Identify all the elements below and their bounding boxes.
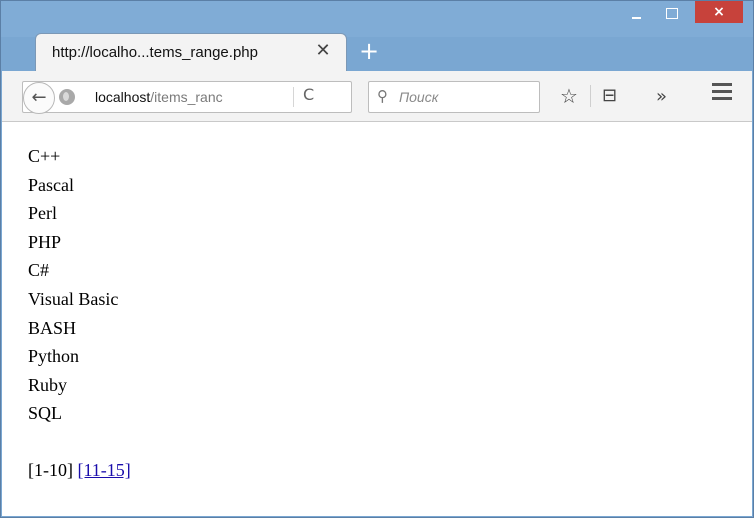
tab-title: http://localho...tems_range.php [52, 44, 258, 61]
url-separator [293, 87, 294, 107]
browser-window: × http://localho...tems_range.php ✕ + ← … [0, 0, 754, 518]
url-text[interactable]: localhost/items_ranc [95, 89, 255, 105]
list-item: Python [28, 346, 80, 367]
new-tab-button[interactable]: + [357, 39, 381, 63]
maximize-icon [666, 8, 678, 19]
pager-current: [1-10] [28, 460, 73, 480]
overflow-icon[interactable]: » [656, 86, 667, 108]
list-item: Perl [28, 203, 57, 224]
minimize-button[interactable] [621, 3, 651, 25]
list-item: C++ [28, 146, 61, 166]
navigation-toolbar: ← localhost/items_ranc C ⚲ Поиск ☆ ⊟ » [2, 71, 752, 122]
page-content: C++ Pascal Perl PHP C# Visual Basic BASH… [2, 122, 752, 516]
maximize-button[interactable] [657, 3, 687, 25]
pager-next-link[interactable]: [11-15] [77, 460, 130, 480]
list-item: SQL [28, 403, 63, 424]
close-window-button[interactable]: × [695, 1, 743, 23]
menu-icon[interactable] [712, 83, 732, 101]
url-host: localhost [95, 89, 151, 105]
globe-icon [59, 89, 75, 105]
title-bar: × [1, 1, 753, 37]
toolbar-divider [590, 85, 591, 107]
list-item: C# [28, 260, 50, 281]
list-item: Visual Basic [28, 288, 119, 309]
address-bar[interactable]: ← localhost/items_ranc C [22, 81, 352, 114]
search-input[interactable]: ⚲ Поиск [368, 81, 540, 113]
reader-icon[interactable]: ⊟ [602, 85, 617, 107]
reload-icon[interactable]: C [303, 85, 314, 104]
search-placeholder: Поиск [399, 89, 439, 105]
url-path: /items_ranc [150, 89, 223, 105]
language-list: C++ Pascal Perl PHP C# Visual Basic BASH… [28, 142, 118, 428]
list-item: PHP [28, 231, 62, 252]
browser-tab[interactable]: http://localho...tems_range.php ✕ [35, 33, 347, 71]
list-item: Ruby [28, 374, 68, 395]
close-icon: × [713, 4, 725, 20]
star-icon[interactable]: ☆ [560, 85, 578, 107]
list-item: BASH [28, 317, 77, 338]
pagination: [1-10] [11-15] [28, 460, 131, 481]
list-item: Pascal [28, 174, 74, 195]
back-arrow-icon[interactable]: ← [23, 82, 55, 114]
tab-close-icon[interactable]: ✕ [312, 40, 334, 62]
search-icon: ⚲ [377, 87, 388, 105]
minimize-icon [632, 17, 641, 19]
